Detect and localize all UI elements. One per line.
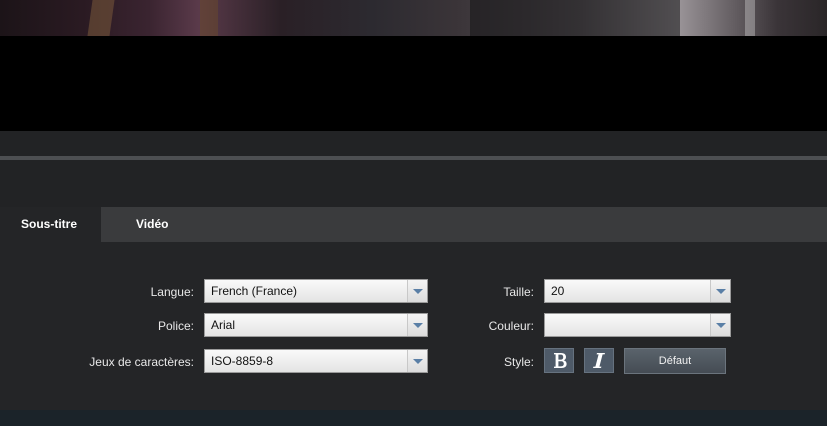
size-select[interactable]: 20	[544, 279, 731, 303]
player-controls-area	[0, 131, 827, 207]
video-content	[87, 0, 115, 36]
charset-label: Jeux de caractères:	[89, 355, 194, 369]
style-label: Style:	[503, 355, 534, 369]
video-content	[745, 0, 755, 36]
video-content	[470, 0, 680, 36]
size-label: Taille:	[503, 285, 534, 299]
tab-video[interactable]: Vidéo	[101, 207, 201, 242]
video-letterbox	[0, 36, 827, 131]
bold-button[interactable]	[544, 348, 574, 373]
footer-strip	[0, 410, 827, 426]
tab-subtitle[interactable]: Sous-titre	[0, 207, 101, 242]
settings-tabbar: Sous-titre Vidéo	[0, 207, 827, 242]
seek-bar[interactable]	[0, 156, 827, 160]
italic-button[interactable]	[584, 348, 614, 373]
chevron-down-icon[interactable]	[407, 280, 427, 302]
font-value: Arial	[211, 318, 236, 332]
font-label: Police:	[157, 319, 194, 333]
language-label: Langue:	[150, 285, 194, 299]
default-button[interactable]: Défaut	[624, 348, 726, 374]
italic-icon	[593, 353, 605, 368]
chevron-down-icon[interactable]	[407, 314, 427, 336]
video-content	[200, 0, 218, 36]
color-label: Couleur:	[488, 319, 534, 333]
charset-value: ISO-8859-8	[211, 354, 274, 368]
chevron-down-icon[interactable]	[710, 280, 730, 302]
size-value: 20	[551, 284, 565, 298]
bold-icon	[554, 353, 567, 368]
chevron-down-icon[interactable]	[710, 314, 730, 336]
language-select[interactable]: French (France)	[204, 279, 428, 303]
video-frame[interactable]	[0, 0, 827, 36]
color-select[interactable]	[544, 313, 731, 337]
font-select[interactable]: Arial	[204, 313, 428, 337]
charset-select[interactable]: ISO-8859-8	[204, 349, 428, 373]
chevron-down-icon[interactable]	[407, 350, 427, 372]
language-value: French (France)	[211, 284, 298, 298]
